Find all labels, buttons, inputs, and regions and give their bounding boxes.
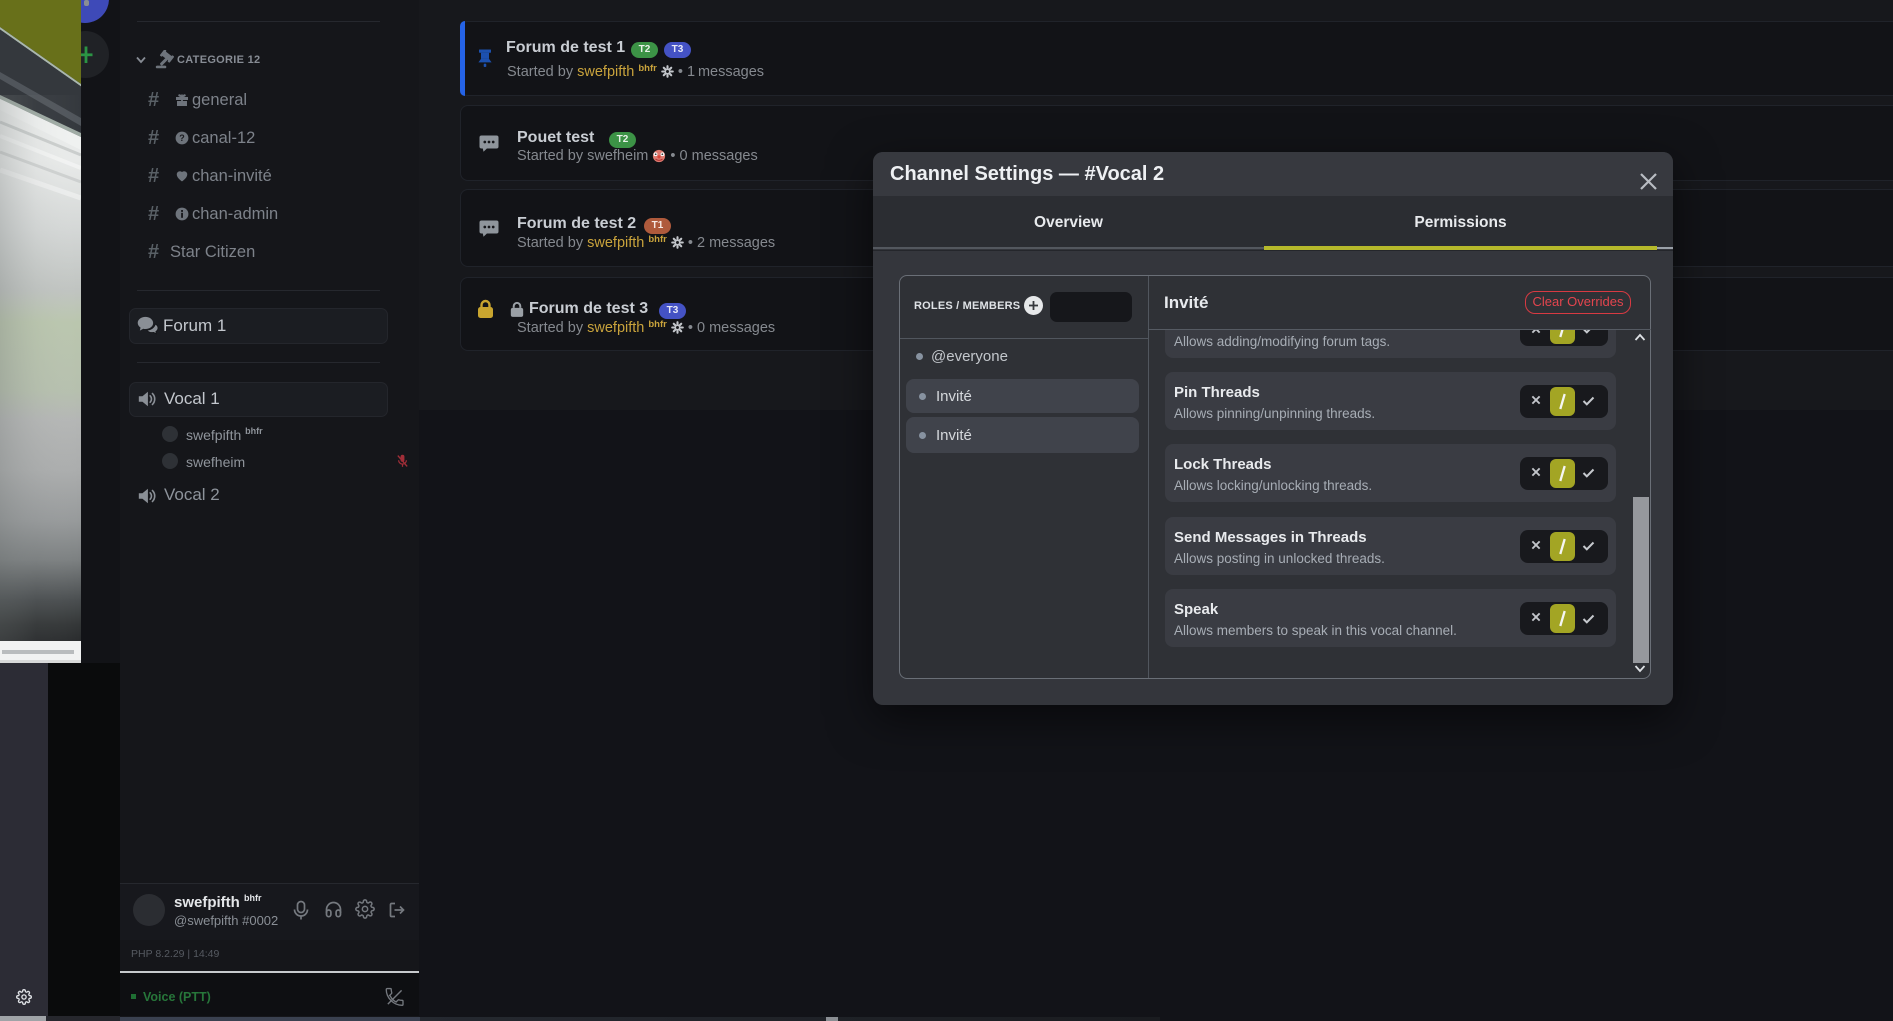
svg-text:?: ? [179, 133, 185, 143]
